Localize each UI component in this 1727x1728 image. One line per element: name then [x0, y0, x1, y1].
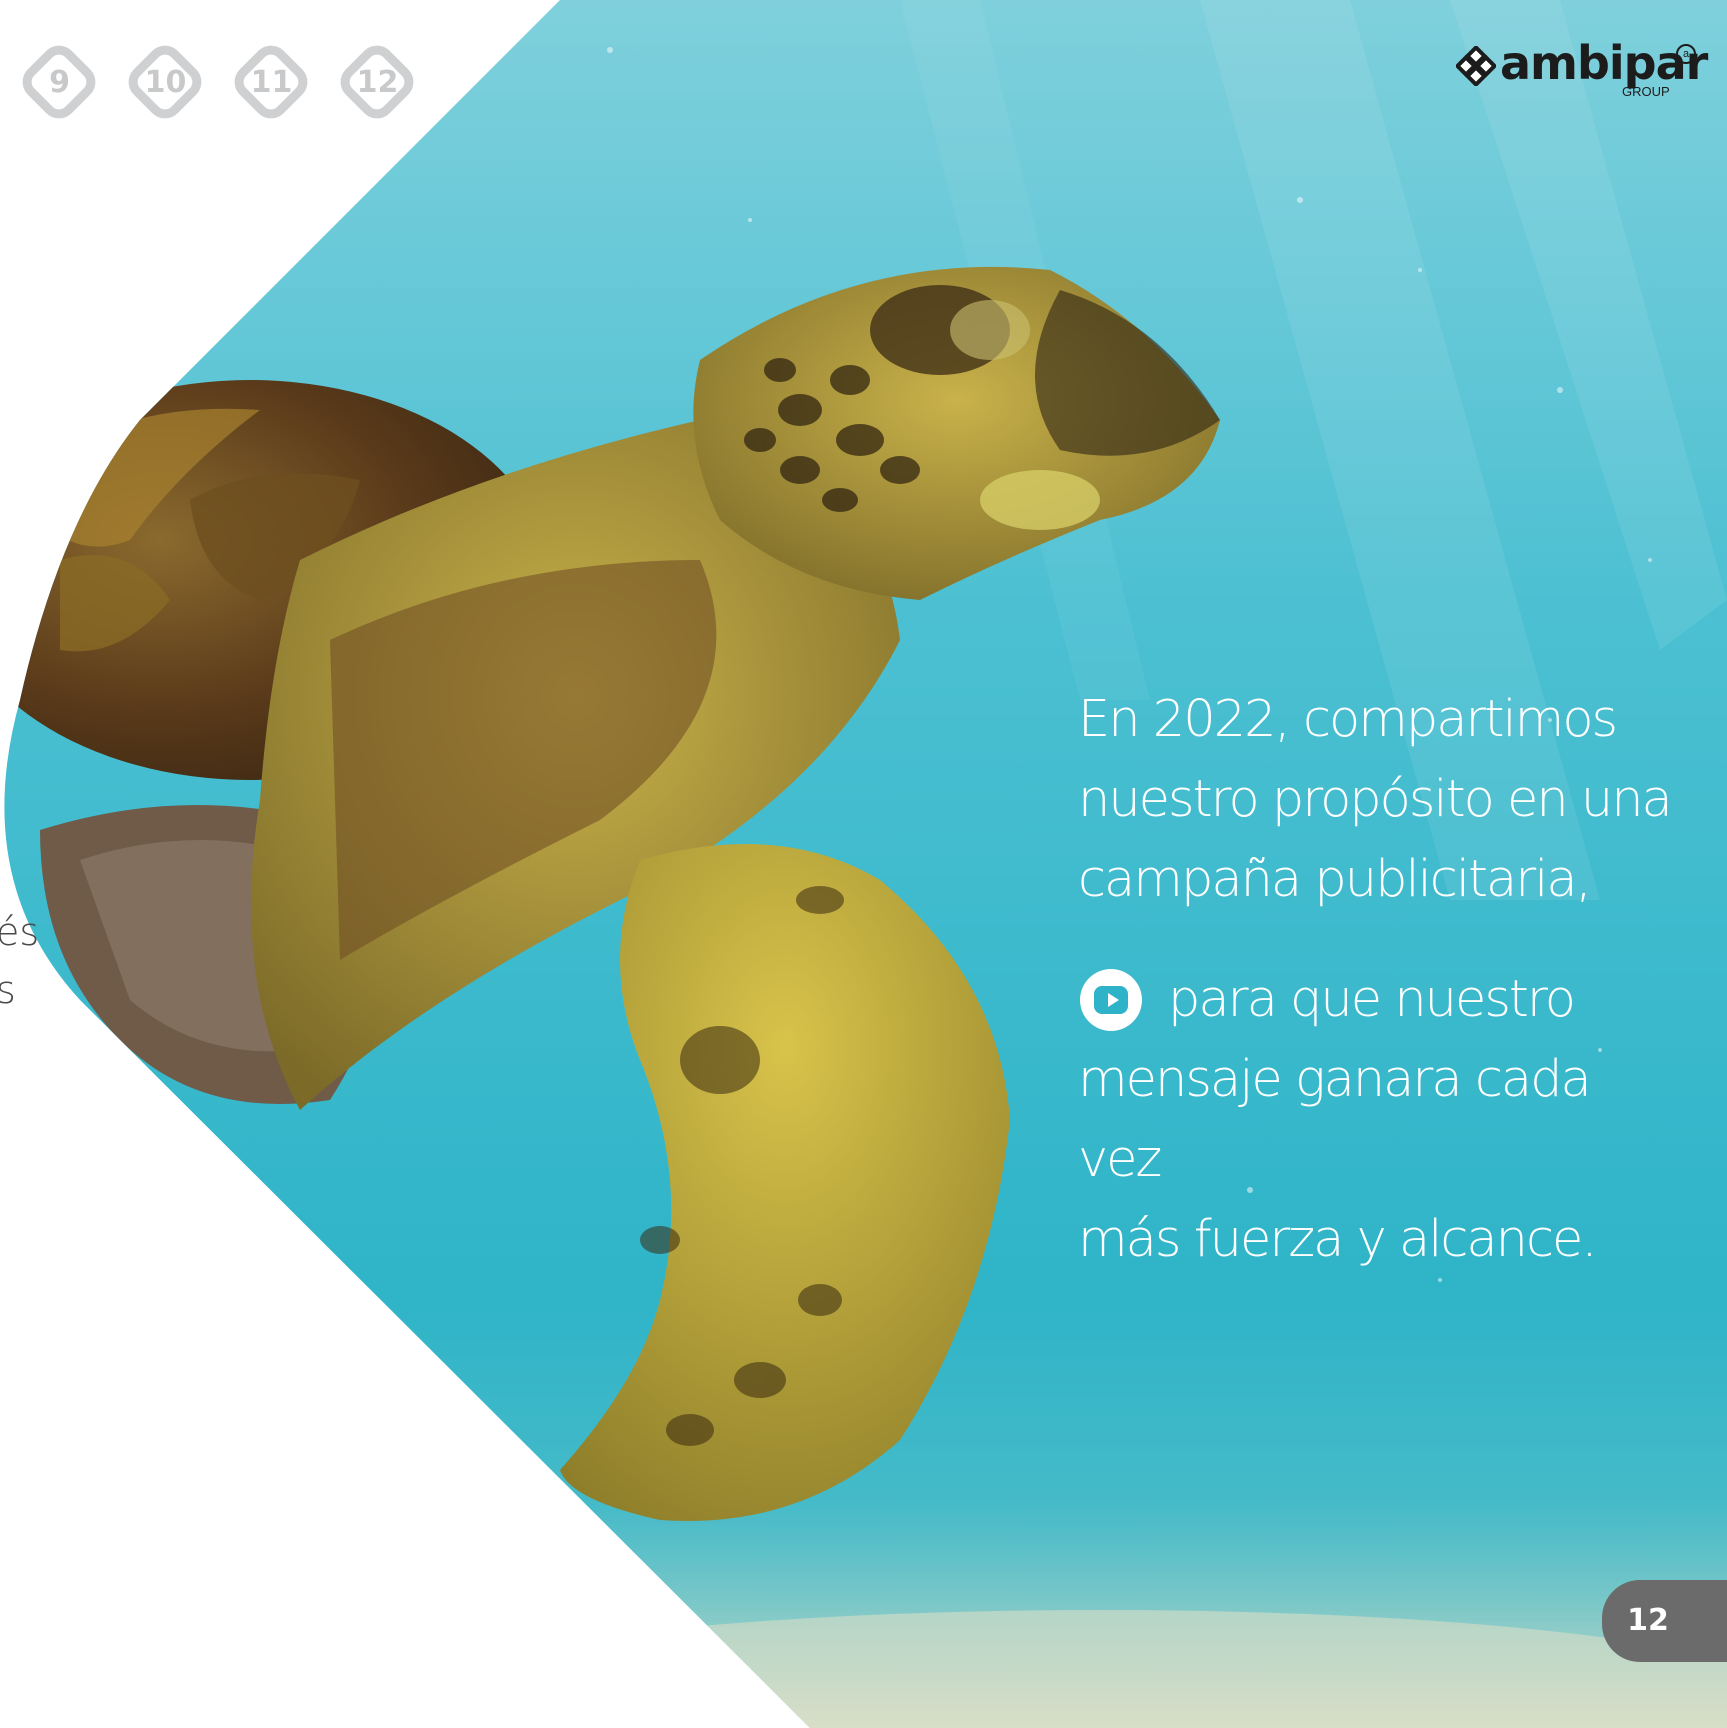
page-number-tab: 12 — [1602, 1580, 1727, 1662]
page-nav: 9 10 11 12 — [12, 35, 432, 130]
nav-page-9[interactable]: 9 — [12, 35, 107, 130]
nav-page-10[interactable]: 10 — [118, 35, 213, 130]
campaign-text: En 2022, compartimos nuestro propósito e… — [1078, 680, 1678, 1280]
text-line: mensaje ganara cada vez — [1078, 1050, 1592, 1189]
text-line: nuestro propósito en una — [1078, 770, 1673, 829]
ambipar-logo-icon — [1456, 46, 1496, 86]
logo-registered-mark: a — [1676, 44, 1696, 64]
nav-page-label: 9 — [49, 65, 70, 100]
text-line: En 2022, compartimos — [1078, 690, 1618, 749]
nav-page-11[interactable]: 11 — [224, 35, 319, 130]
left-page-fragment: s — [0, 968, 16, 1012]
nav-page-12[interactable]: 12 — [330, 35, 425, 130]
text-line: más fuerza y alcance. — [1078, 1210, 1598, 1269]
page-number: 12 — [1627, 1603, 1669, 1638]
left-page-fragment: és — [0, 910, 40, 954]
youtube-icon[interactable] — [1080, 969, 1142, 1031]
nav-page-label: 12 — [356, 65, 399, 100]
video-link-line: para que nuestro — [1078, 960, 1678, 1040]
text-line: campaña publicitaria, — [1078, 850, 1592, 909]
text-line: para que nuestro — [1168, 970, 1576, 1029]
logo-wordmark: ambipar — [1500, 36, 1708, 90]
nav-page-label: 10 — [144, 65, 187, 100]
logo-subtitle: GROUP — [1622, 84, 1670, 99]
ambipar-logo: ambipar a GROUP — [1456, 36, 1708, 105]
nav-page-label: 11 — [250, 65, 293, 100]
